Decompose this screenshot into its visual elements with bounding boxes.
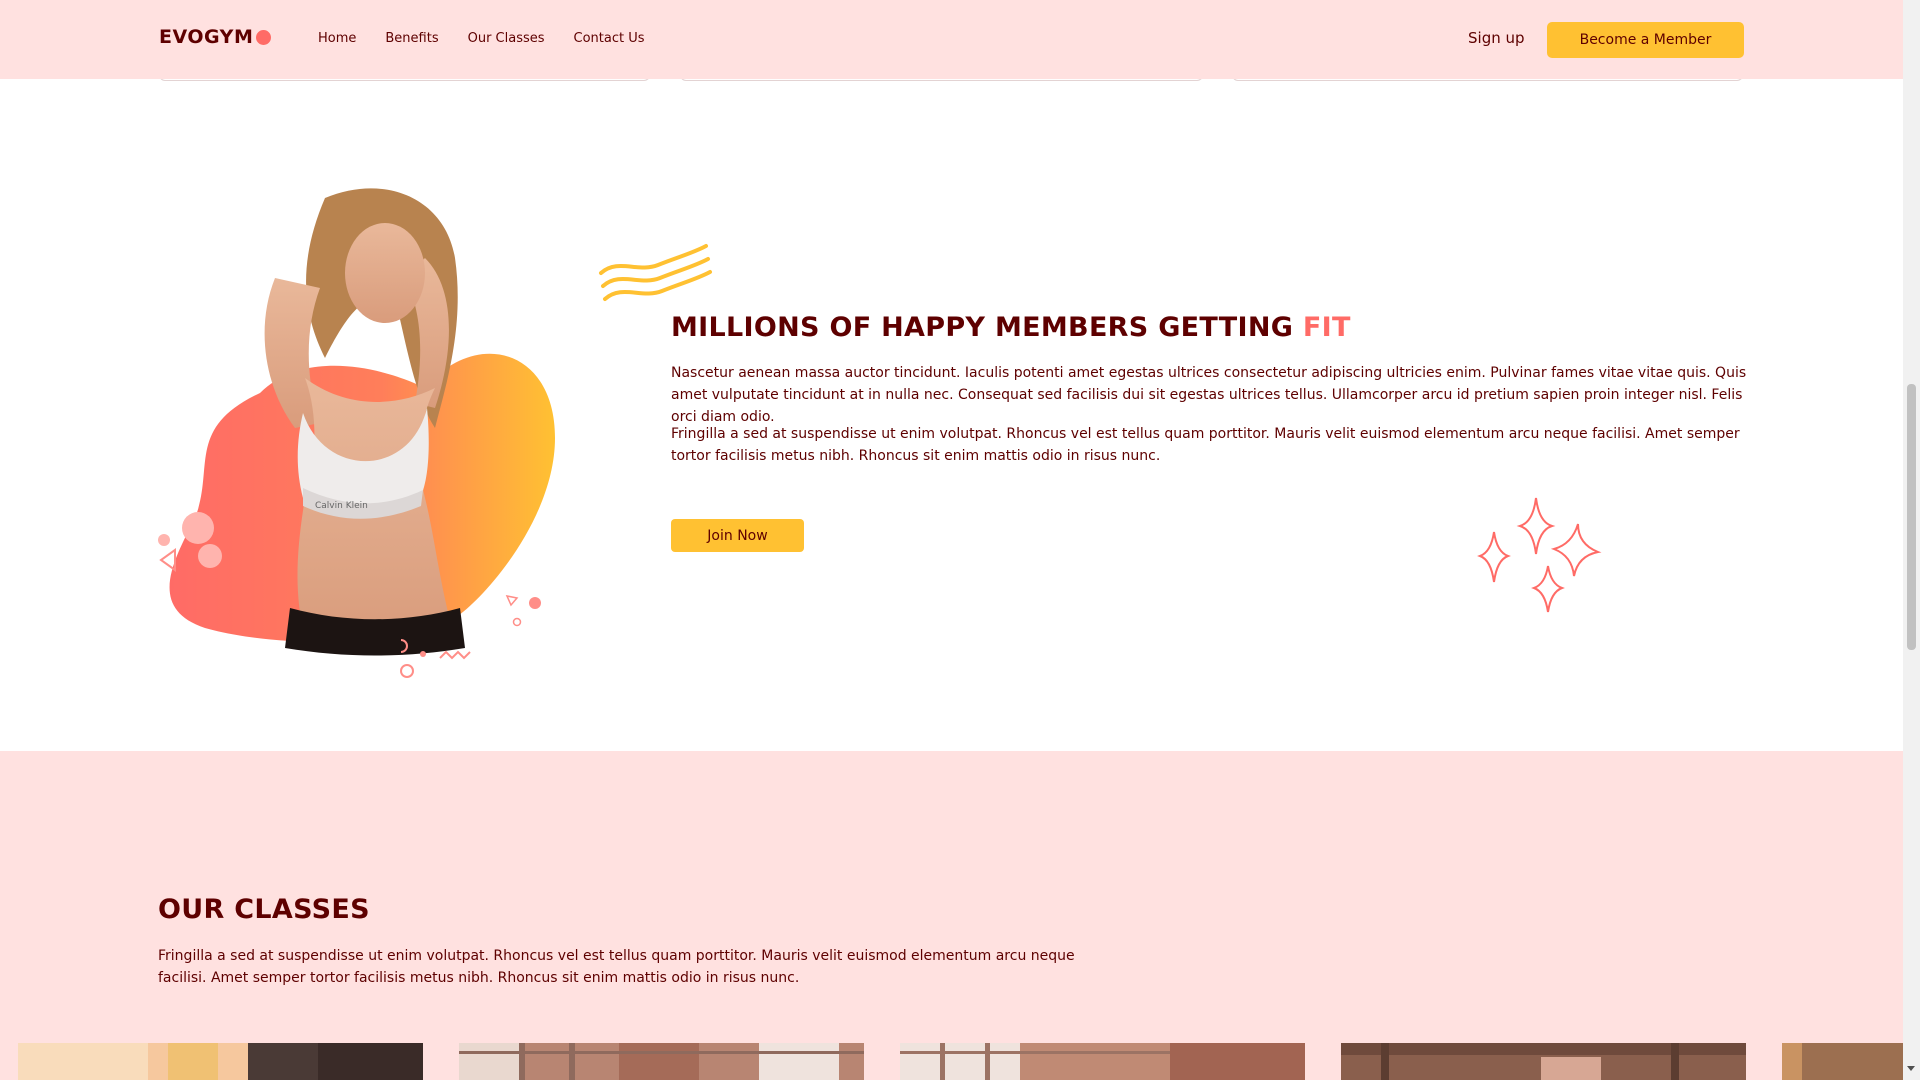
deco-circle [182,512,214,544]
members-graphic: Calvin Klein [155,178,575,688]
scrollbar[interactable] [1903,0,1920,1080]
class-image-art [1341,1043,1746,1080]
join-now-button[interactable]: Join Now [671,519,804,552]
members-headline-accent: FIT [1302,312,1351,343]
nav-link-contact-us[interactable]: Contact Us [574,31,645,46]
deco-circle [198,544,222,568]
logo-dot-icon [256,29,272,45]
scrollbar-thumb[interactable] [1907,384,1916,650]
class-image-art [1782,1043,1903,1080]
waves-icon [599,244,712,301]
deco-circle [158,534,170,546]
class-card-image[interactable] [1782,1043,1903,1080]
deco-triangle [159,548,176,572]
deco-zigzag [439,650,471,660]
logo[interactable]: EVOGYM [159,26,272,48]
class-card-image[interactable] [459,1043,864,1080]
members-headline-text: MILLIONS OF HAPPY MEMBERS GETTING [671,312,1294,343]
our-classes-section: OUR CLASSES Fringilla a sed at suspendis… [0,751,1903,1080]
class-card-image[interactable] [1341,1043,1746,1080]
classes-title: OUR CLASSES [158,894,370,925]
deco-circle [512,617,522,627]
deco-circle [400,664,414,678]
deco-circle [420,651,426,657]
nav-link-home[interactable]: Home [318,31,356,46]
signup-link[interactable]: Sign up [1468,29,1525,47]
deco-circle [529,597,541,609]
nav-link-our-classes[interactable]: Our Classes [468,31,545,46]
become-member-button[interactable]: Become a Member [1547,22,1744,58]
face-shape [345,223,425,323]
members-graphic-svg: Calvin Klein [158,188,555,678]
navbar: EVOGYM Home Benefits Our Classes Contact… [0,0,1903,79]
members-headline: MILLIONS OF HAPPY MEMBERS GETTING FIT [671,312,1351,343]
sparkles-icon [1477,497,1602,613]
class-image-art [18,1043,423,1080]
class-image-art [900,1043,1305,1080]
deco-triangle [505,594,519,607]
classes-description: Fringilla a sed at suspendisse ut enim v… [158,948,1075,986]
members-paragraph-1: Nascetur aenean massa auctor tincidunt. … [671,365,1747,425]
logo-text: EVOGYM [159,26,254,48]
nav-link-benefits[interactable]: Benefits [385,31,438,46]
class-card-image[interactable] [900,1043,1305,1080]
nav-links: Home Benefits Our Classes Contact Us [318,31,674,46]
class-image-art [459,1043,864,1080]
bra-band-text: Calvin Klein [315,501,368,511]
class-card-image[interactable] [18,1043,423,1080]
members-paragraph-2: Fringilla a sed at suspendisse ut enim v… [671,426,1740,464]
scroll-down-arrow-icon[interactable] [1907,1066,1915,1071]
